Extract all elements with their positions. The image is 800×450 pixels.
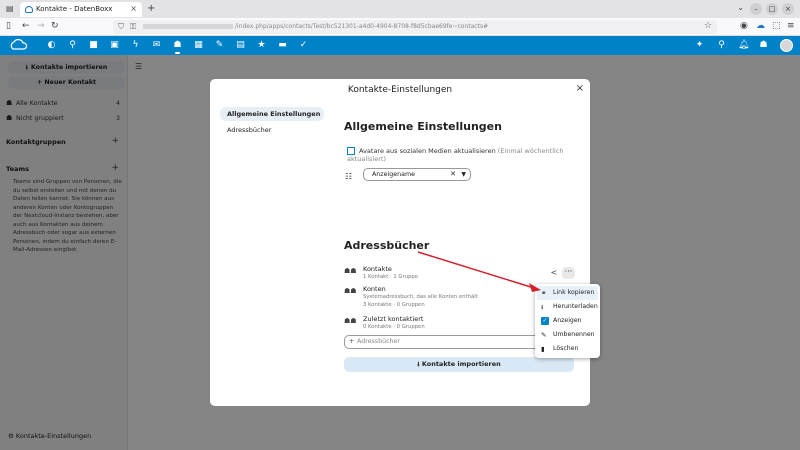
browser-tab-bar: ▤ Kontakte - DatenBoxx × + ⌄ – □ × [0,0,800,18]
menu-icon[interactable]: ≡ [787,21,795,32]
browser-tab[interactable]: Kontakte - DatenBoxx × [20,2,142,17]
link-icon: ⚭ [541,289,547,297]
menu-item-label: Anzeigen [553,317,582,324]
sort-list-icon: ☷ [345,172,353,181]
activity-icon[interactable]: ϟ [130,40,141,51]
share-icon[interactable]: < [548,267,560,279]
new-tab-icon[interactable]: + [147,3,155,14]
tab-title: Kontakte - DatenBoxx [36,5,113,13]
assistant-icon[interactable]: ✦ [694,40,705,51]
menu-item-download[interactable]: ⭳ Herunterladen [537,300,598,314]
dashboard-icon[interactable]: ◐ [46,40,57,51]
deck-icon[interactable]: ▤ [235,40,246,51]
extensions-icon[interactable]: ⬚ [772,21,781,32]
addressbooks-heading: Adressbücher [344,239,430,252]
close-icon[interactable]: × [576,83,584,94]
search-app-icon[interactable]: ⚲ [67,40,78,51]
pencil-icon: ✎ [541,331,547,339]
tab-list-icon[interactable]: ▤ [6,4,16,14]
addressbook-meta: 1 Kontakt · 1 Gruppe [363,274,419,280]
photos-icon[interactable]: ▣ [109,40,120,51]
social-avatar-label: Avatare aus sozialen Medien aktualisiere… [359,147,496,155]
addressbook-meta: Systemadressbuch, das alle Konten enthäl… [363,294,478,300]
addressbook-name: Zuletzt kontaktiert [363,315,424,323]
people-icon: ☗☗ [344,317,357,325]
back-icon[interactable]: ← [22,21,30,32]
shield-icon[interactable]: ⛉ [118,22,124,32]
menu-item-rename[interactable]: ✎ Umbenennen [537,328,598,342]
sort-order-select[interactable]: Anzeigename ✕ ▼ [363,168,471,181]
download-icon: ⭳ [541,303,544,311]
tasks-icon[interactable]: ✓ [298,40,309,51]
add-addressbook-placeholder: Adressbücher [357,338,400,345]
avatar[interactable] [780,39,793,52]
browser-navbar: ▯ ← → ↻ ⛉ ⚿ /index.php/apps/contacts/Tes… [0,18,800,36]
social-avatar-option[interactable]: Avatare aus sozialen Medien aktualisiere… [347,147,590,163]
plus-icon: + [349,338,355,345]
minimize-icon[interactable]: – [750,3,762,15]
cloud-extension-icon[interactable]: ☁ [756,21,765,32]
menu-item-delete[interactable]: ▮ Löschen [537,342,598,356]
tab-close-icon[interactable]: × [130,4,137,13]
forms-icon[interactable]: ▬ [277,40,288,51]
modal-title: Kontakte-Einstellungen [347,85,453,95]
menu-item-label: Link kopieren [553,289,595,296]
search-icon[interactable]: ⚲ [716,40,727,51]
url-bar[interactable]: ⛉ ⚿ /index.php/apps/contacts/Test/bc5213… [113,20,717,34]
notes-icon[interactable]: ✎ [214,40,225,51]
sidebar-toggle-icon[interactable]: ▯ [6,21,11,32]
datenboxx-logo[interactable] [8,38,30,53]
menu-item-label: Umbenennen [553,331,595,338]
import-contacts-modal-button[interactable]: ⭳ Kontakte importieren [344,357,574,372]
general-settings-heading: Allgemeine Einstellungen [344,120,502,133]
forward-icon[interactable]: → [37,21,45,32]
addressbook-actions-menu: ⚭ Link kopieren ⭳ Herunterladen ✓ Anzeigen … [535,284,600,358]
menu-item-label: Löschen [553,345,579,352]
social-avatar-checkbox[interactable] [347,147,355,155]
people-icon: ☗☗ [344,267,357,275]
nav-general-settings[interactable]: Allgemeine Einstellungen [220,107,324,121]
lock-icon[interactable]: ⚿ [130,22,136,32]
chevron-down-icon[interactable]: ▼ [461,169,466,180]
reload-icon[interactable]: ↻ [51,21,59,32]
contacts-menu-icon[interactable]: ☗ [758,40,769,51]
close-window-icon[interactable]: × [782,3,794,15]
maximize-icon[interactable]: □ [766,3,778,15]
favorites-icon[interactable]: ★ [256,40,267,51]
cloud-favicon-icon [25,6,33,13]
people-icon: ☗☗ [344,287,357,295]
addressbook-meta: 0 Kontakte · 0 Gruppen [363,324,425,330]
contacts-icon[interactable]: ☗ [172,40,183,54]
menu-item-show[interactable]: ✓ Anzeigen [537,314,598,328]
settings-modal: Kontakte-Einstellungen × Allgemeine Eins… [210,79,590,406]
addressbook-name: Kontakte [363,265,392,273]
mail-icon[interactable]: ✉ [151,40,162,51]
menu-item-label: Herunterladen [553,303,598,310]
addressbook-meta-counts: 3 Kontakte · 0 Gruppen [363,302,425,308]
calendar-icon[interactable]: ▦ [193,40,204,51]
import-contacts-modal-label: Kontakte importieren [421,360,501,368]
url-text: /index.php/apps/contacts/Test/bc521301-a… [143,23,488,30]
nav-addressbooks[interactable]: Adressbücher [220,123,324,137]
trash-icon: ▮ [541,345,545,353]
app-header: ◐ ⚲ ■ ▣ ϟ ✉ ☗ ▦ ✎ ▤ ★ ▬ ✓ ✦ ⚲ 🔔︎ ☗ [0,36,800,55]
menu-item-copy-link[interactable]: ⚭ Link kopieren [537,286,598,300]
sort-order-value: Anzeigename [372,171,415,178]
addressbook-name: Konten [363,285,386,293]
files-icon[interactable]: ■ [88,40,99,51]
clear-icon[interactable]: ✕ [450,169,456,180]
more-actions-button[interactable]: ··· [562,267,575,279]
checkbox-icon[interactable]: ✓ [541,317,549,325]
notifications-icon[interactable]: 🔔︎ [738,40,749,51]
bookmark-star-icon[interactable]: ☆ [704,21,712,31]
account-icon[interactable]: ◉ [740,21,748,32]
url-path: /index.php/apps/contacts/Test/bc521301-a… [235,23,489,30]
tab-overflow-icon[interactable]: ⌄ [737,3,744,12]
